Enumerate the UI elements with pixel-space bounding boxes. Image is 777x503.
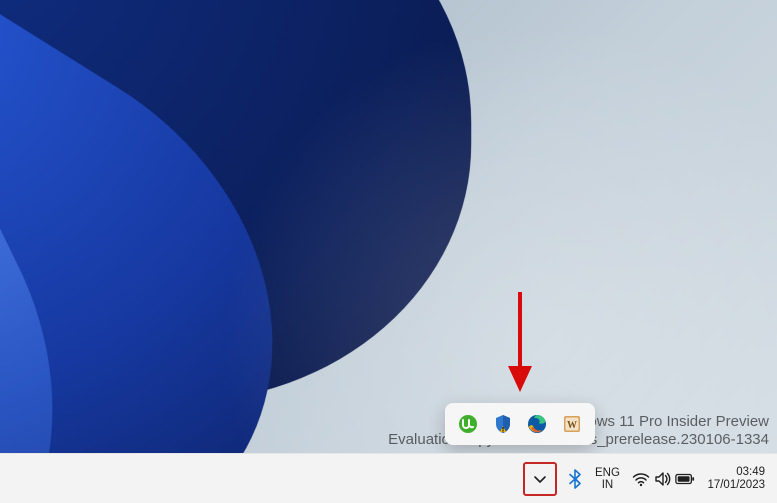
battery-icon — [675, 472, 695, 486]
wifi-icon — [631, 471, 651, 487]
clock[interactable]: 03:49 17/01/2023 — [699, 466, 773, 492]
word-icon[interactable]: W — [559, 411, 585, 437]
quick-settings-cluster[interactable] — [627, 471, 699, 487]
volume-icon — [653, 471, 673, 487]
taskbar: ENG IN — [0, 453, 777, 503]
edge-icon[interactable] — [524, 411, 550, 437]
clock-date: 17/01/2023 — [707, 479, 765, 492]
utorrent-icon[interactable] — [455, 411, 481, 437]
language-line-1: ENG — [593, 467, 621, 479]
system-tray: ENG IN — [523, 454, 773, 503]
language-line-2: IN — [593, 479, 621, 491]
bluetooth-icon[interactable] — [563, 469, 587, 489]
show-hidden-icons-button[interactable] — [523, 462, 557, 496]
bloom-graphic — [0, 0, 623, 454]
security-shield-icon[interactable] — [490, 411, 516, 437]
chevron-down-icon — [533, 472, 547, 486]
clock-time: 03:49 — [707, 466, 765, 479]
desktop-wallpaper — [0, 0, 777, 454]
svg-text:W: W — [567, 420, 577, 431]
hidden-icons-flyout: W — [445, 403, 595, 445]
language-indicator[interactable]: ENG IN — [587, 467, 627, 491]
